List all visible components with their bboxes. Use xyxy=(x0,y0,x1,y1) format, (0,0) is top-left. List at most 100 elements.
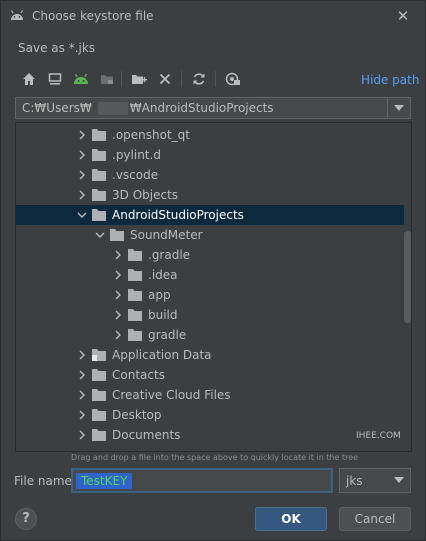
folder-icon xyxy=(92,409,106,421)
file-tree[interactable]: Documents Desktop Creative Cloud Files Cont… xyxy=(15,122,412,452)
cancel-button[interactable]: Cancel xyxy=(339,507,411,531)
chevron-right-icon[interactable] xyxy=(76,149,88,161)
folder-icon xyxy=(92,369,106,381)
delete-icon[interactable] xyxy=(155,69,175,89)
chevron-right-icon[interactable] xyxy=(112,269,124,281)
folder-icon xyxy=(128,329,142,341)
tree-row-label: Creative Cloud Files xyxy=(112,388,231,402)
chevron-right-icon[interactable] xyxy=(76,349,88,361)
tree-row-label: gradle xyxy=(148,328,187,342)
tree-row-label: SoundMeter xyxy=(130,228,203,242)
tree-row-label: build xyxy=(148,308,178,322)
refresh-icon[interactable] xyxy=(189,69,209,89)
tree-row[interactable]: .gradle xyxy=(16,245,404,265)
folder-icon xyxy=(128,309,142,321)
file-name-input[interactable]: TestKEY xyxy=(71,468,333,493)
chevron-right-icon[interactable] xyxy=(112,309,124,321)
chevron-right-icon[interactable] xyxy=(76,389,88,401)
tree-row[interactable]: Application Data xyxy=(16,345,404,365)
chevron-right-icon[interactable] xyxy=(76,429,88,441)
chevron-right-icon[interactable] xyxy=(76,189,88,201)
dialog-subtitle: Save as *.jks xyxy=(18,41,96,55)
project-folder-icon[interactable] xyxy=(97,69,117,89)
tree-row[interactable]: AndroidStudioProjects xyxy=(16,205,404,225)
title-bar: Choose keystore file ✕ xyxy=(1,1,425,31)
tree-row[interactable]: gradle xyxy=(16,325,404,345)
folder-icon xyxy=(128,289,142,301)
tree-row-label: Documents xyxy=(112,428,181,442)
file-name-value: TestKEY xyxy=(76,473,133,489)
home-icon[interactable] xyxy=(19,69,39,89)
dialog-title: Choose keystore file xyxy=(32,9,154,23)
redacted-username xyxy=(98,102,128,115)
drag-drop-hint: Drag and drop a file into the space abov… xyxy=(71,453,359,462)
chevron-down-icon[interactable] xyxy=(94,229,106,241)
ok-button[interactable]: OK xyxy=(255,507,327,531)
tree-row[interactable]: .vscode xyxy=(16,165,404,185)
help-button[interactable]: ? xyxy=(15,508,37,530)
chevron-down-icon xyxy=(394,105,404,111)
path-suffix: ₩AndroidStudioProjects xyxy=(129,101,274,115)
chevron-down-icon[interactable] xyxy=(76,209,88,221)
chevron-right-icon[interactable] xyxy=(76,369,88,381)
android-icon xyxy=(10,10,24,20)
toolbar-separator xyxy=(181,71,182,87)
choose-keystore-dialog: Choose keystore file ✕ Save as *.jks Hid… xyxy=(0,0,426,541)
tree-row-label: .pylint.d xyxy=(112,148,161,162)
new-folder-icon[interactable] xyxy=(129,69,149,89)
path-prefix: C:₩Users₩ xyxy=(22,101,92,115)
tree-row-label: .openshot_qt xyxy=(112,128,190,142)
file-name-label: File name: xyxy=(14,474,76,488)
tree-row-label: .idea xyxy=(148,268,178,282)
tree-row[interactable]: SoundMeter xyxy=(16,225,404,245)
android-project-icon[interactable] xyxy=(71,69,91,89)
folder-icon xyxy=(128,249,142,261)
chevron-right-icon[interactable] xyxy=(76,169,88,181)
chevron-down-icon xyxy=(394,477,404,483)
tree-row[interactable]: 3D Objects xyxy=(16,185,404,205)
chevron-right-icon[interactable] xyxy=(112,329,124,341)
close-icon[interactable]: ✕ xyxy=(394,7,412,25)
hide-path-link[interactable]: Hide path xyxy=(361,73,419,87)
folder-icon xyxy=(110,229,124,241)
folder-icon xyxy=(92,429,106,441)
path-input[interactable]: C:₩Users₩ ₩AndroidStudioProjects xyxy=(15,97,387,119)
tree-row-label: .vscode xyxy=(112,168,159,182)
toolbar xyxy=(15,67,415,91)
path-text: C:₩Users₩ ₩AndroidStudioProjects xyxy=(22,101,274,115)
tree-row-label: 3D Objects xyxy=(112,188,179,202)
chevron-right-icon[interactable] xyxy=(76,409,88,421)
tree-row[interactable]: .pylint.d xyxy=(16,145,404,165)
chevron-right-icon[interactable] xyxy=(76,129,88,141)
chevron-right-icon[interactable] xyxy=(112,289,124,301)
path-history-dropdown[interactable] xyxy=(387,97,411,119)
tree-row[interactable]: .openshot_qt xyxy=(16,125,404,145)
tree-row[interactable]: Documents xyxy=(16,425,404,445)
tree-row[interactable]: .idea xyxy=(16,265,404,285)
tree-row-label: AndroidStudioProjects xyxy=(112,208,244,222)
tree-row[interactable]: build xyxy=(16,305,404,325)
folder-icon xyxy=(92,149,106,161)
tree-row[interactable]: app xyxy=(16,285,404,305)
tree-row[interactable]: Contacts xyxy=(16,365,404,385)
tree-row[interactable]: Desktop xyxy=(16,405,404,425)
tree-row[interactable]: Creative Cloud Files xyxy=(16,385,404,405)
extension-select[interactable]: jks xyxy=(339,468,411,493)
extension-value: jks xyxy=(346,474,363,488)
tree-row-label: Desktop xyxy=(112,408,162,422)
folder-icon xyxy=(92,129,106,141)
folder-icon xyxy=(92,389,106,401)
folder-icon xyxy=(128,269,142,281)
folder-icon xyxy=(92,169,106,181)
folder-icon xyxy=(92,209,106,221)
scrollbar-thumb[interactable] xyxy=(404,231,411,323)
toolbar-separator xyxy=(215,71,216,87)
show-hidden-icon[interactable] xyxy=(223,69,243,89)
tree-row-label: Application Data xyxy=(112,348,212,362)
desktop-icon[interactable] xyxy=(45,69,65,89)
tree-row-label: .gradle xyxy=(148,248,191,262)
tree-row-label: app xyxy=(148,288,171,302)
folder-icon xyxy=(92,189,106,201)
chevron-right-icon[interactable] xyxy=(112,249,124,261)
toolbar-separator xyxy=(121,71,122,87)
